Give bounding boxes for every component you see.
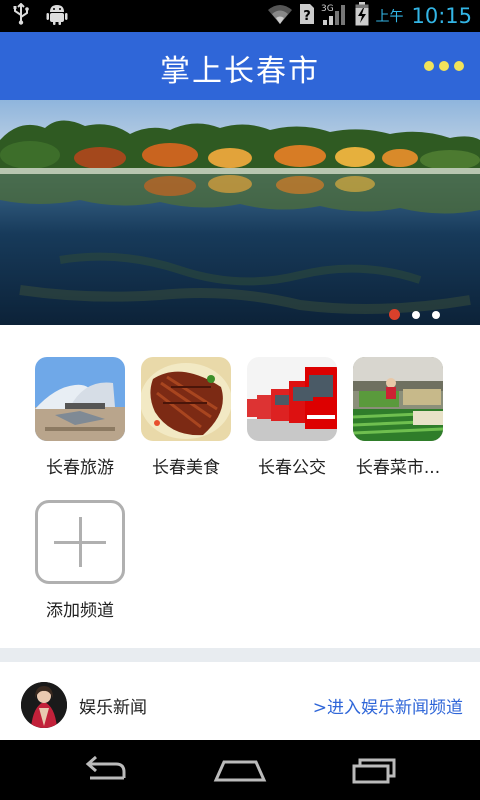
status-time: 10:15: [411, 4, 472, 28]
pager-dot[interactable]: [412, 310, 420, 319]
svg-text:?: ?: [304, 9, 312, 24]
more-dots-icon[interactable]: [424, 59, 464, 73]
screen: ? 3G 上午 10:15 掌上长春市 长春旅游 长春美食 长春公交 长春菜市.…: [0, 0, 480, 800]
enter-news-channel-link[interactable]: >进入娱乐新闻频道: [313, 693, 463, 718]
channel-label: 长春美食: [152, 458, 220, 478]
add-channel-label: 添加频道: [46, 601, 114, 621]
home-icon[interactable]: [210, 752, 270, 788]
channel-label: 长春菜市...: [355, 458, 441, 478]
banner-carousel[interactable]: [0, 100, 480, 325]
channel-grid: 长春旅游 长春美食 长春公交 长春菜市... 添加频道: [0, 325, 480, 647]
channel-market[interactable]: 长春菜市...: [348, 357, 448, 478]
channel-food[interactable]: 长春美食: [136, 357, 236, 478]
news-title: 娱乐新闻: [79, 698, 147, 718]
add-channel-button[interactable]: 添加频道: [30, 500, 130, 621]
pager-dot[interactable]: [432, 310, 440, 319]
tourism-thumbnail: [35, 357, 125, 441]
banner-image: [0, 100, 480, 325]
android-debug-icon: [46, 2, 68, 30]
sim-alert-icon: ?: [299, 3, 315, 29]
news-avatar: [21, 682, 67, 728]
section-divider: [0, 648, 480, 662]
system-nav-bar: [0, 740, 480, 800]
status-bar: ? 3G 上午 10:15: [0, 0, 480, 32]
status-ampm: 上午: [375, 9, 404, 25]
channel-label: 长春旅游: [46, 458, 114, 478]
market-thumbnail: [353, 357, 443, 441]
page-title: 掌上长春市: [160, 54, 320, 89]
bus-thumbnail: [247, 357, 337, 441]
carousel-pager: [389, 309, 440, 320]
recent-apps-icon[interactable]: [344, 752, 404, 788]
battery-charging-icon: [355, 2, 369, 30]
usb-icon: [12, 2, 30, 29]
food-thumbnail: [141, 357, 231, 441]
plus-icon: [35, 500, 125, 584]
news-row[interactable]: 娱乐新闻 >进入娱乐新闻频道: [0, 662, 480, 740]
back-icon[interactable]: [76, 752, 136, 788]
channel-bus[interactable]: 长春公交: [242, 357, 342, 478]
app-header: 掌上长春市: [0, 32, 480, 100]
channel-label: 长春公交: [258, 458, 326, 478]
pager-dot-active[interactable]: [389, 309, 400, 320]
wifi-icon: [267, 3, 293, 29]
svg-text:3G: 3G: [321, 4, 334, 14]
signal-icon: 3G: [321, 2, 349, 30]
channel-tourism[interactable]: 长春旅游: [30, 357, 130, 478]
